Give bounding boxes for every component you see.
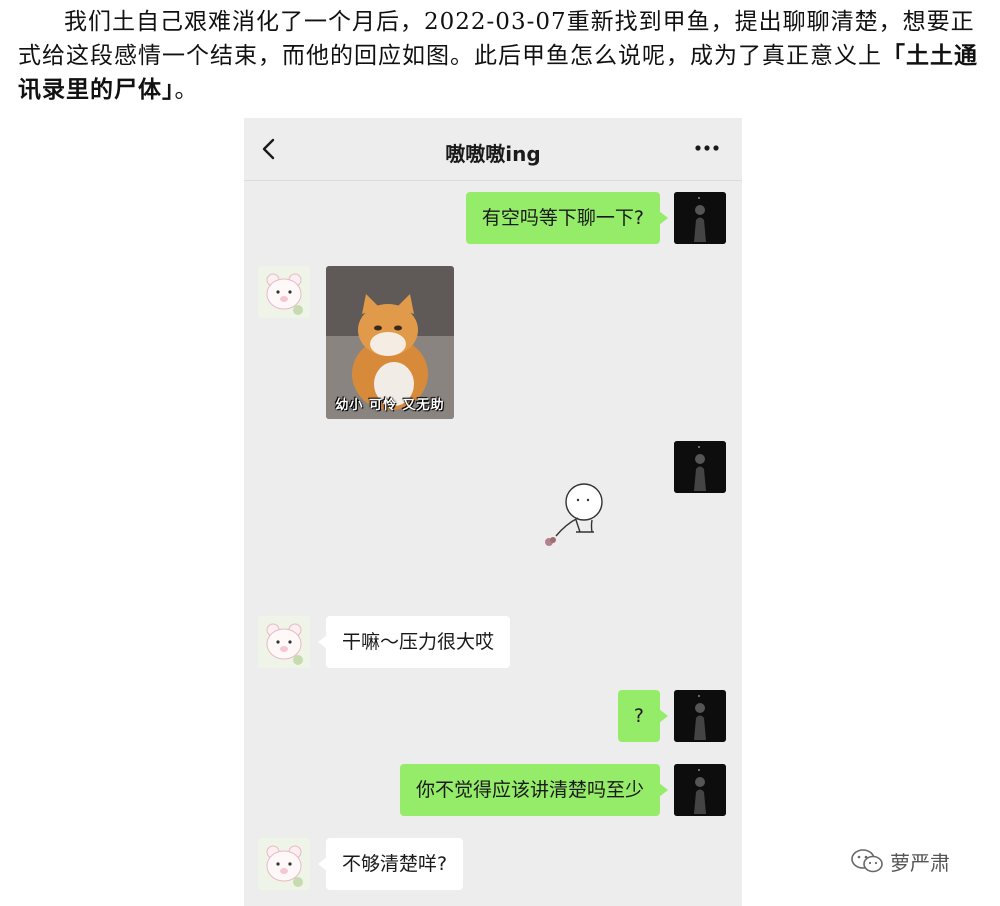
wechat-icon — [851, 849, 883, 873]
person-silhouette-icon — [674, 192, 726, 244]
doodle-figure-sticker[interactable] — [536, 480, 616, 556]
contact-avatar[interactable] — [258, 616, 310, 668]
self-avatar[interactable] — [674, 764, 726, 816]
message-bubble-outgoing[interactable]: ? — [617, 690, 669, 742]
message-bubble-outgoing[interactable]: 你不觉得应该讲清楚吗至少 — [399, 764, 669, 816]
chat-header: 嗷嗷嗷ing — [244, 118, 742, 181]
bear-avatar-icon — [258, 838, 310, 890]
person-silhouette-icon — [674, 441, 726, 493]
watermark-text: 萝严肃 — [890, 850, 950, 875]
watermark: 萝严肃 — [850, 846, 950, 876]
article-text-end: 。 — [174, 77, 199, 103]
bear-avatar-icon — [258, 616, 310, 668]
bear-avatar-icon — [258, 266, 310, 318]
person-silhouette-icon — [674, 690, 726, 742]
message-bubble-incoming[interactable]: 干嘛～压力很大哎 — [317, 616, 511, 668]
chat-title: 嗷嗷嗷ing — [445, 142, 541, 166]
self-avatar[interactable] — [674, 690, 726, 742]
person-silhouette-icon — [674, 764, 726, 816]
contact-avatar[interactable] — [258, 838, 310, 890]
self-avatar[interactable] — [674, 192, 726, 244]
article-paragraph: 我们土自己艰难消化了一个月后，2022-03-07重新找到甲鱼，提出聊聊清楚，想… — [18, 6, 978, 107]
self-avatar[interactable] — [674, 441, 726, 493]
contact-avatar[interactable] — [258, 266, 310, 318]
sticker-caption: 幼小 可怜 又无助 — [335, 398, 445, 413]
cat-sticker[interactable]: 幼小 可怜 又无助 — [326, 266, 454, 419]
chat-screenshot: 嗷嗷嗷ing 有空吗等下聊一下? 幼小 可怜 又无助 干嘛～压力很大哎 ? 你不… — [244, 118, 742, 906]
message-bubble-outgoing[interactable]: 有空吗等下聊一下? — [465, 192, 669, 244]
more-dots-icon[interactable] — [694, 143, 720, 153]
message-bubble-incoming[interactable]: 不够清楚咩? — [317, 838, 464, 890]
article-text: 我们土自己艰难消化了一个月后，2022-03-07重新找到甲鱼，提出聊聊清楚，想… — [18, 9, 975, 69]
